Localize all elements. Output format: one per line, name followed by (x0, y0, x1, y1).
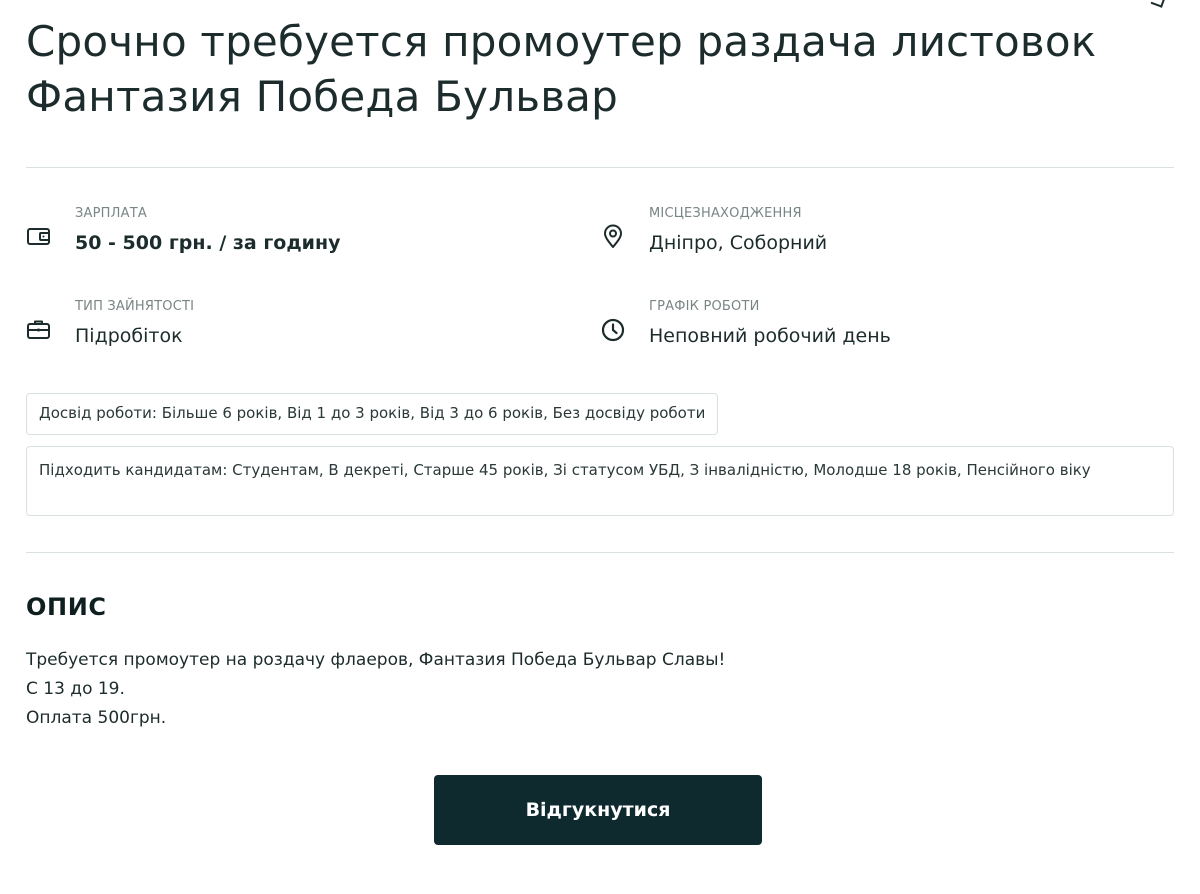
employment-type-fact: ТИП ЗАЙНЯТОСТІ Підробіток (26, 299, 546, 359)
description-line: Требуется промоутер на роздачу флаеров, … (26, 650, 726, 670)
employment-type-label: ТИП ЗАЙНЯТОСТІ (75, 299, 195, 314)
clock-icon (600, 317, 626, 343)
vacancy-facts: ЗАРПЛАТА 50 - 500 грн. / за годину МІСЦЕ… (26, 168, 1174, 368)
map-pin-icon (600, 224, 626, 250)
salary-fact: ЗАРПЛАТА 50 - 500 грн. / за годину (26, 206, 546, 266)
description-line: Оплата 500грн. (26, 708, 167, 728)
description-line: С 13 до 19. (26, 679, 125, 699)
schedule-label: ГРАФІК РОБОТИ (649, 299, 760, 314)
apply-area: Відгукнутися (434, 775, 762, 845)
experience-tag: Досвід роботи: Більше 6 років, Від 1 до … (26, 393, 719, 435)
vacancy-title: Срочно требуется промоутер раздача листо… (26, 17, 1097, 121)
briefcase-icon (26, 317, 52, 343)
salary-label: ЗАРПЛАТА (75, 206, 147, 221)
wallet-icon (26, 224, 52, 250)
location-label: МІСЦЕЗНАХОДЖЕННЯ (649, 206, 802, 221)
description-text: Требуется промоутер на роздачу флаеров, … (26, 646, 1174, 733)
description-heading: ОПИС (26, 593, 107, 621)
divider (26, 552, 1174, 553)
location-value: Дніпро, Соборний (649, 232, 828, 254)
location-fact: МІСЦЕЗНАХОДЖЕННЯ Дніпро, Соборний (600, 206, 1120, 266)
candidates-tag: Підходить кандидатам: Студентам, В декре… (26, 446, 1174, 516)
salary-value: 50 - 500 грн. / за годину (75, 232, 341, 254)
apply-button[interactable]: Відгукнутися (434, 775, 762, 845)
employment-type-value: Підробіток (75, 325, 183, 347)
schedule-fact: ГРАФІК РОБОТИ Неповний робочий день (600, 299, 1120, 359)
vacancy-page: Срочно требуется промоутер раздача листо… (26, 0, 1174, 845)
schedule-value: Неповний робочий день (649, 325, 891, 347)
